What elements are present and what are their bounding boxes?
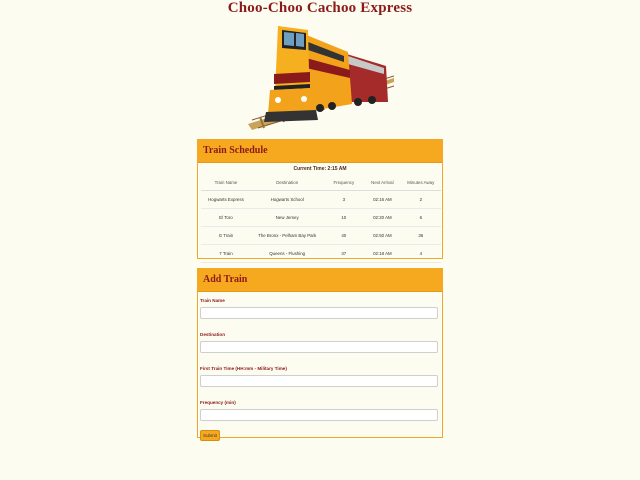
first-train-time-input[interactable] bbox=[200, 375, 438, 387]
cell-minutes-away: 6 bbox=[400, 208, 441, 227]
cell-next-arrival: 02:18 AM bbox=[364, 244, 401, 263]
cell-minutes-away: 36 bbox=[400, 226, 441, 245]
table-header-row: Train Name Destination Frequency Next Ar… bbox=[201, 174, 441, 191]
column-header-train-name: Train Name bbox=[201, 174, 251, 191]
train-name-label: Train Name bbox=[200, 298, 225, 303]
cell-train-name: El Toro bbox=[201, 208, 251, 227]
cell-destination: The Bronx - Pelham Bay Park bbox=[250, 226, 324, 245]
cell-frequency: 10 bbox=[323, 208, 365, 227]
cell-train-name: 7 Train bbox=[201, 244, 251, 263]
submit-button[interactable]: Submit bbox=[200, 430, 220, 441]
cell-destination: Queens - Flushing bbox=[250, 244, 324, 263]
cell-next-arrival: 02:50 AM bbox=[364, 226, 401, 245]
column-header-minutes-away: Minutes Away bbox=[400, 174, 441, 191]
column-header-destination: Destination bbox=[250, 174, 324, 191]
table-row: El Toro New Jersey 10 02:20 AM 6 bbox=[201, 208, 441, 227]
train-name-input[interactable] bbox=[200, 307, 438, 319]
first-train-time-label: First Train Time (HH:mm - Military Time) bbox=[200, 366, 287, 371]
cell-next-arrival: 02:20 AM bbox=[364, 208, 401, 227]
cell-frequency: 40 bbox=[323, 226, 365, 245]
cell-minutes-away: 4 bbox=[400, 244, 441, 263]
page-title: Choo-Choo Cachoo Express bbox=[227, 0, 413, 16]
add-train-panel: Add Train Train Name Destination First T… bbox=[197, 268, 443, 441]
destination-label: Destination bbox=[200, 332, 226, 337]
frequency-label: Frequency (min) bbox=[200, 400, 236, 405]
column-header-next-arrival: Next Arrival bbox=[364, 174, 401, 191]
schedule-panel-title: Train Schedule bbox=[198, 140, 442, 163]
cell-frequency: 3 bbox=[323, 190, 365, 209]
table-row: 7 Train Queens - Flushing 37 02:18 AM 4 bbox=[201, 244, 441, 263]
cell-train-name: Hogwarts Express bbox=[201, 190, 251, 209]
cell-frequency: 37 bbox=[323, 244, 365, 263]
train-schedule-panel: Train Schedule Current Time: 2:15 AM Tra… bbox=[197, 139, 443, 263]
frequency-input[interactable] bbox=[200, 409, 438, 421]
add-train-form: Train Name Destination First Train Time … bbox=[198, 292, 442, 441]
cell-destination: New Jersey bbox=[250, 208, 324, 227]
column-header-frequency: Frequency bbox=[323, 174, 365, 191]
cell-next-arrival: 02:16 AM bbox=[364, 190, 401, 209]
table-row: G Train The Bronx - Pelham Bay Park 40 0… bbox=[201, 226, 441, 245]
schedule-table: Train Name Destination Frequency Next Ar… bbox=[201, 174, 441, 263]
destination-input[interactable] bbox=[200, 341, 438, 353]
cell-destination: Hogwarts School bbox=[250, 190, 324, 209]
cell-train-name: G Train bbox=[201, 226, 251, 245]
add-train-panel-title: Add Train bbox=[198, 269, 442, 292]
cell-minutes-away: 2 bbox=[400, 190, 441, 209]
locomotive-image bbox=[248, 26, 394, 130]
current-time: Current Time: 2:15 AM bbox=[293, 166, 347, 172]
table-row: Hogwarts Express Hogwarts School 3 02:16… bbox=[201, 190, 441, 209]
